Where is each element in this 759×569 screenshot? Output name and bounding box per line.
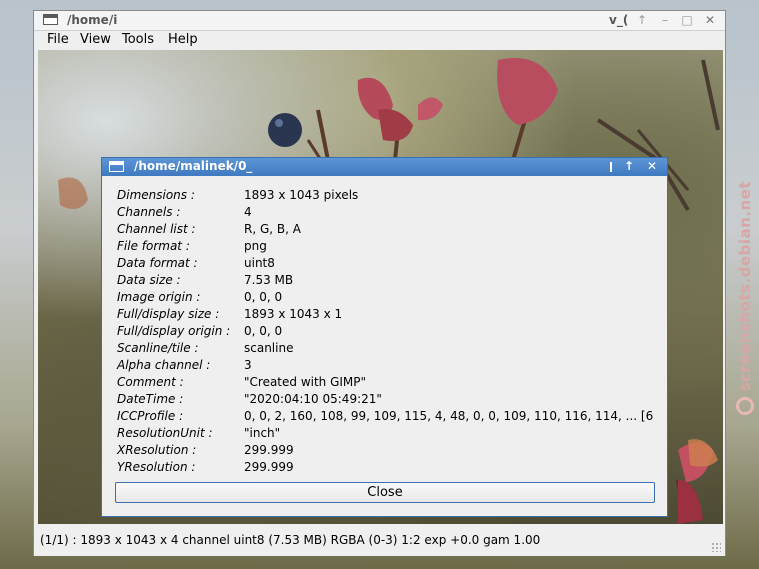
menu-help-label: Help xyxy=(168,32,198,47)
dialog-close-icon[interactable]: ✕ xyxy=(643,159,661,174)
info-key: ICCProfile : xyxy=(117,409,184,423)
info-row-alpha-channel: Alpha channel : 3 xyxy=(117,358,657,375)
info-value: "Created with GIMP" xyxy=(244,375,367,389)
info-row-file-format: File format : png xyxy=(117,239,657,256)
info-key: Full/display origin : xyxy=(117,324,231,338)
info-key: File format : xyxy=(117,239,190,253)
info-value: png xyxy=(244,239,267,253)
menu-tools-label: Tools xyxy=(122,32,155,47)
info-table: Dimensions : 1893 x 1043 pixels Channels… xyxy=(117,188,657,477)
info-key: Full/display size : xyxy=(117,307,220,321)
info-value: 4 xyxy=(244,205,252,219)
info-value: 3 xyxy=(244,358,252,372)
info-value: 299.999 xyxy=(244,443,294,457)
menu-view[interactable]: View xyxy=(80,32,111,47)
info-key: Image origin : xyxy=(117,290,201,304)
menubar: File View Tools Help xyxy=(34,31,725,50)
info-key: Dimensions : xyxy=(117,188,195,202)
info-value: scanline xyxy=(244,341,294,355)
info-row-channels: Channels : 4 xyxy=(117,205,657,222)
debian-logo-icon xyxy=(736,397,754,415)
main-window-title-tail: v_( xyxy=(609,13,629,27)
info-value: 299.999 xyxy=(244,460,294,474)
title-cursor-divider xyxy=(610,162,612,172)
info-row-data-size: Data size : 7.53 MB xyxy=(117,273,657,290)
dialog-titlebar[interactable]: /home/malinek/0_ ↑ ✕ xyxy=(102,158,667,176)
info-value: 0, 0, 0 xyxy=(244,324,283,338)
info-row-scanline-tile: Scanline/tile : scanline xyxy=(117,341,657,358)
watermark-text: screenshots.debian.net xyxy=(736,180,754,391)
dialog-pin-icon[interactable]: ↑ xyxy=(620,159,638,174)
info-row-image-origin: Image origin : 0, 0, 0 xyxy=(117,290,657,307)
info-key: Alpha channel : xyxy=(117,358,211,372)
info-value: "inch" xyxy=(244,426,281,440)
menu-help[interactable]: Help xyxy=(168,32,198,47)
info-row-icc-profile: ICCProfile : 0, 0, 2, 160, 108, 99, 109,… xyxy=(117,409,657,426)
info-value: 0, 0, 0 xyxy=(244,290,283,304)
info-row-dimensions: Dimensions : 1893 x 1043 pixels xyxy=(117,188,657,205)
statusbar: (1/1) : 1893 x 1043 x 4 channel uint8 (7… xyxy=(34,526,725,556)
info-value: R, G, B, A xyxy=(244,222,301,236)
window-icon xyxy=(43,14,58,25)
main-titlebar[interactable]: /home/i v_( ↑ – □ ✕ xyxy=(34,11,725,31)
info-row-data-format: Data format : uint8 xyxy=(117,256,657,273)
info-row-datetime: DateTime : "2020:04:10 05:49:21" xyxy=(117,392,657,409)
minimize-icon[interactable]: – xyxy=(657,12,673,28)
info-key: ResolutionUnit : xyxy=(117,426,213,440)
info-row-resolution-unit: ResolutionUnit : "inch" xyxy=(117,426,657,443)
info-value: 0, 0, 2, 160, 108, 99, 109, 115, 4, 48, … xyxy=(244,409,654,423)
info-row-y-resolution: YResolution : 299.999 xyxy=(117,460,657,477)
menu-tools[interactable]: Tools xyxy=(122,32,154,47)
resize-grip-icon[interactable] xyxy=(711,542,721,552)
info-key: Comment : xyxy=(117,375,184,389)
maximize-icon[interactable]: □ xyxy=(679,12,695,28)
info-key: Data size : xyxy=(117,273,181,287)
info-value: 1893 x 1043 pixels xyxy=(244,188,359,202)
menu-file[interactable]: File xyxy=(47,32,69,47)
dialog-title: /home/malinek/0_ xyxy=(134,159,253,173)
pin-icon[interactable]: ↑ xyxy=(634,12,650,28)
info-value: 7.53 MB xyxy=(244,273,294,287)
watermark: screenshots.debian.net xyxy=(731,170,759,415)
status-text: (1/1) : 1893 x 1043 x 4 channel uint8 (7… xyxy=(40,533,541,547)
info-row-x-resolution: XResolution : 299.999 xyxy=(117,443,657,460)
info-key: DateTime : xyxy=(117,392,184,406)
menu-file-label: File xyxy=(47,32,69,47)
info-key: Scanline/tile : xyxy=(117,341,199,355)
dialog-window-icon xyxy=(109,161,124,172)
info-value: uint8 xyxy=(244,256,275,270)
info-value: "2020:04:10 05:49:21" xyxy=(244,392,382,406)
info-row-comment: Comment : "Created with GIMP" xyxy=(117,375,657,392)
info-key: Data format : xyxy=(117,256,198,270)
main-window-title: /home/i xyxy=(67,13,118,27)
info-key: XResolution : xyxy=(117,443,197,457)
info-key: YResolution : xyxy=(117,460,196,474)
info-row-full-display-origin: Full/display origin : 0, 0, 0 xyxy=(117,324,657,341)
info-row-full-display-size: Full/display size : 1893 x 1043 x 1 xyxy=(117,307,657,324)
menu-view-label: View xyxy=(80,32,111,47)
info-key: Channel list : xyxy=(117,222,196,236)
info-key: Channels : xyxy=(117,205,181,219)
info-value: 1893 x 1043 x 1 xyxy=(244,307,343,321)
image-info-dialog: /home/malinek/0_ ↑ ✕ Dimensions : 1893 x… xyxy=(101,157,668,517)
close-icon[interactable]: ✕ xyxy=(702,12,718,28)
close-button[interactable]: Close xyxy=(115,482,655,503)
info-row-channel-list: Channel list : R, G, B, A xyxy=(117,222,657,239)
